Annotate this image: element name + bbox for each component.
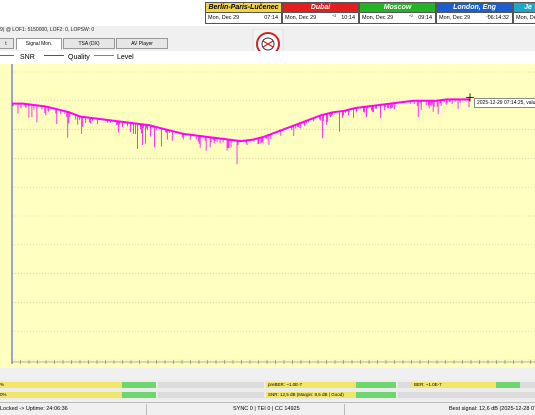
clock-date: Mon, Dec 29 (362, 15, 394, 21)
level-legend-swatch (94, 55, 114, 56)
world-clock: Dubai Mon, Dec 29 +3 10:14 (282, 2, 359, 24)
meter-segment (398, 392, 535, 398)
meter-segment (158, 392, 264, 398)
preber-value: preBER: ~1.0E-7 (268, 382, 303, 387)
clock-time: 06:14:32 (487, 15, 509, 21)
meter-segment (356, 382, 396, 388)
signal-meters: % preBER: ~1.0E-7 BER: ~1.0E-7 0% SNR: 1… (0, 380, 535, 400)
clock-city: Moscow (360, 3, 435, 13)
status-divider (146, 404, 147, 415)
top-bar: Berlin-Paris-Lučenec Mon, Dec 29 07:14 Duba… (0, 0, 535, 26)
tab-partial[interactable]: t (0, 38, 14, 49)
clock-date: Mon, Dec 29 (285, 15, 317, 21)
clock-row: Mon, Dec 29 07:14 (206, 13, 281, 23)
clock-row: Mon, Dec 29 +2 09:14 (360, 13, 435, 23)
status-bar: Locked -> Uptime: 24:06:36 SYNC 0 | TEI … (0, 402, 535, 415)
meter-segment (122, 392, 156, 398)
tab-av-player[interactable]: AV Player (116, 38, 168, 49)
lnb-info: 9) @ LOF1: 5150000, LOF2: 0, LOPSW: 0 (0, 27, 95, 33)
clock-date: Mon, Dec 29 (208, 15, 240, 21)
legend-quality: Quality (68, 54, 90, 61)
cursor-tooltip: 2025-12-29 07:14:25, valu (474, 98, 535, 108)
sync-status: SYNC 0 | TEI 0 | CC 14925 (233, 406, 300, 412)
meter-segment (496, 382, 520, 388)
legend-level: Level (117, 54, 134, 61)
clock-row: Mon, Dec 29 +3 10:14 (283, 13, 358, 23)
chart-legend: SNR Quality Level (0, 51, 535, 64)
world-clock: Moscow Mon, Dec 29 +2 09:14 (359, 2, 436, 24)
meter-segment (520, 382, 535, 388)
world-clock: Berlin-Paris-Lučenec Mon, Dec 29 07:14 (205, 2, 282, 24)
best-signal: Best signal: 12,6 dB (2025-12-28 07 (449, 406, 535, 412)
clock-offset: +2 (409, 14, 413, 18)
clock-city: Berlin-Paris-Lučenec (206, 3, 281, 13)
clock-time: 10:14 (341, 15, 355, 21)
legend-snr: SNR (20, 54, 35, 61)
lock-status: Locked -> Uptime: 24:06:36 (0, 406, 68, 412)
clock-date: Mon, Dec (516, 15, 535, 21)
tab-signal-monitor[interactable]: Signal Mon. (16, 38, 62, 50)
meter-segment (356, 392, 396, 398)
clock-time: 09:14 (418, 15, 432, 21)
meter-row-bottom: 0% SNR: 12,5 dB (Margin: 8,5 dB | Good) (0, 391, 535, 399)
meter-segment (122, 382, 156, 388)
meter-segment (158, 382, 264, 388)
world-clock: London, Eng Mon, Dec 29 -1 06:14:32 (436, 2, 513, 24)
clock-city: London, Eng (437, 3, 512, 13)
tab-tsa-dx[interactable]: TSA (DX) (63, 38, 115, 49)
clock-row: Mon, Dec 29 -1 06:14:32 (437, 13, 512, 23)
snr-line (12, 98, 470, 143)
quality-legend-swatch (44, 55, 64, 56)
status-divider (344, 404, 345, 415)
clock-city: Dubai (283, 3, 358, 13)
signal-chart[interactable]: 2025-12-29 07:14:25, valu (0, 64, 535, 368)
snr-legend-swatch (0, 55, 14, 56)
meter-segment (0, 392, 122, 398)
meter-percent: % (0, 382, 5, 387)
ber-value: BER: ~1.0E-7 (414, 382, 442, 387)
clock-city: Je (514, 3, 535, 13)
meter-row-top: % preBER: ~1.0E-7 BER: ~1.0E-7 (0, 381, 535, 389)
meter-segment (0, 382, 122, 388)
clock-date: Mon, Dec 29 (439, 15, 471, 21)
clock-time: 07:14 (264, 15, 278, 21)
world-clock: Je Mon, Dec (513, 2, 535, 24)
snr-margin-value: SNR: 12,5 dB (Margin: 8,5 dB | Good) (268, 392, 344, 397)
clock-row: Mon, Dec (514, 13, 535, 23)
snr-plot (11, 64, 535, 364)
meter-segment (398, 382, 412, 388)
clock-offset: +3 (332, 14, 336, 18)
meter-percent: 0% (0, 392, 7, 397)
